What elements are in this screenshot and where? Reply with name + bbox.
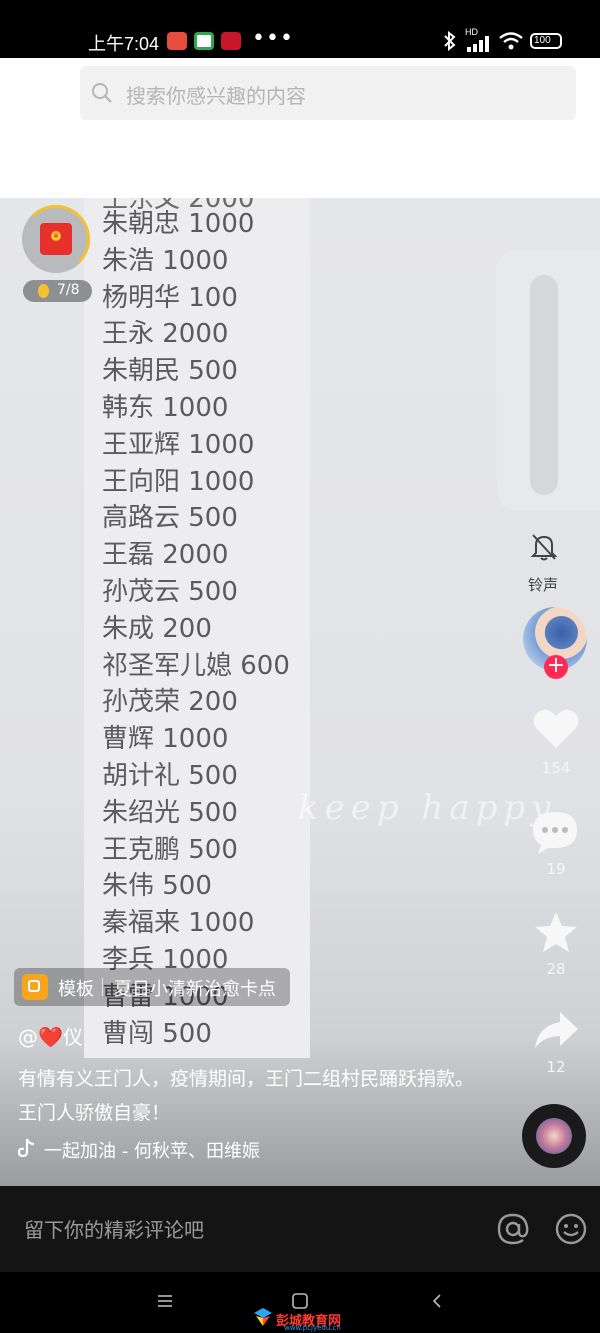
sheet-notification-icon: [194, 32, 214, 50]
follow-button[interactable]: +: [544, 655, 568, 679]
favorite-star-icon[interactable]: [533, 910, 579, 954]
donation-row: 朱朝忠 1000: [102, 209, 255, 239]
donation-row: 朱伟 500: [102, 871, 212, 902]
news-notification-icon: [221, 32, 241, 50]
template-title: 夏日小清新治愈卡点: [114, 979, 276, 1000]
battery-level: 100: [534, 35, 551, 46]
share-count: 12: [546, 1058, 566, 1076]
red-packet-counter: 7/8: [23, 280, 92, 302]
watermark-text: keep happy: [298, 788, 557, 828]
donation-row: 王亚辉 1000: [102, 429, 255, 460]
like-heart-icon[interactable]: [532, 706, 580, 750]
donation-row: 韩东 1000: [102, 392, 229, 423]
back-icon[interactable]: [22, 80, 62, 120]
donation-row: 高路云 500: [102, 503, 238, 534]
music-title[interactable]: 一起加油 - 何秋苹、田维娠: [44, 1137, 260, 1163]
donation-row: 朱浩 1000: [102, 245, 229, 276]
more-notifications-icon: •••: [252, 26, 294, 51]
template-icon: [22, 974, 48, 1000]
site-logo-url: www.pcjyedu.cn: [284, 1324, 341, 1332]
donation-row: 王永 2000: [102, 319, 229, 350]
comment-bubble-icon[interactable]: [530, 810, 580, 854]
search-icon: [92, 83, 112, 103]
donation-row: 胡计礼 500: [102, 760, 238, 791]
tiktok-music-icon: [18, 1138, 35, 1158]
side-scroll-handle[interactable]: [530, 275, 558, 495]
like-count: 154: [541, 759, 571, 777]
video-player[interactable]: 王东文 2000 朱朝忠 1000 朱浩 1000 杨明华 100 王永 2000 朱朝…: [0, 198, 600, 1186]
music-cover-art: [536, 1118, 572, 1154]
music-disc[interactable]: [522, 1104, 586, 1168]
donation-row: 曹辉 1000: [102, 724, 229, 755]
donation-list: 朱朝忠 1000 朱浩 1000 杨明华 100 王永 2000 朱朝民 500 韩东 1…: [102, 206, 290, 1052]
mention-at-icon[interactable]: [496, 1212, 530, 1246]
menu-nav-icon[interactable]: [157, 1294, 173, 1308]
donation-row: 祁圣军儿媳 600: [102, 650, 290, 681]
donation-row: 曹闯 500: [102, 1018, 212, 1049]
template-divider: [102, 978, 103, 996]
emoji-icon[interactable]: [554, 1212, 588, 1246]
wifi-icon: [499, 32, 523, 50]
author-name[interactable]: @❤️仪: [18, 1021, 83, 1050]
donation-row: 王磊 2000: [102, 540, 229, 571]
status-time: 上午7:04: [88, 34, 160, 54]
home-nav-icon[interactable]: [291, 1292, 309, 1310]
donation-row: 朱成 200: [102, 613, 212, 644]
red-packet-icon: ¥: [40, 223, 72, 255]
red-packet-coin: ¥: [51, 231, 61, 241]
bluetooth-icon: [444, 31, 456, 51]
app-notification-icon: [167, 32, 187, 50]
donation-row: 孙茂云 500: [102, 576, 238, 607]
video-description: 有情有义王门人，疫情期间，王门二组村民踊跃捐款。王门人骄傲自豪！: [18, 1068, 475, 1124]
comment-count: 19: [546, 860, 566, 878]
comment-input[interactable]: 留下你的精彩评论吧: [24, 1214, 204, 1243]
site-logo-icon: [254, 1308, 272, 1326]
donation-row: 秦福来 1000: [102, 908, 255, 939]
template-label: 模板: [58, 979, 94, 1000]
donation-row: 孙茂荣 200: [102, 687, 238, 718]
donation-row: 王克鹏 500: [102, 834, 238, 865]
bell-muted-icon[interactable]: [530, 532, 558, 562]
donation-row: 王向阳 1000: [102, 466, 255, 497]
donation-row: 朱绍光 500: [102, 797, 238, 828]
gold-egg-icon: [38, 284, 49, 298]
share-arrow-icon[interactable]: [532, 1010, 580, 1050]
donation-row: 杨明华 100: [102, 282, 238, 313]
favorite-count: 28: [546, 960, 566, 978]
signal-icon: [467, 36, 489, 52]
red-packet-count: 7/8: [57, 282, 80, 298]
ringtone-label: 铃声: [528, 576, 559, 594]
back-nav-icon[interactable]: [431, 1293, 443, 1309]
search-placeholder: 搜索你感兴趣的内容: [126, 84, 306, 108]
donation-row: 朱朝民 500: [102, 356, 238, 387]
